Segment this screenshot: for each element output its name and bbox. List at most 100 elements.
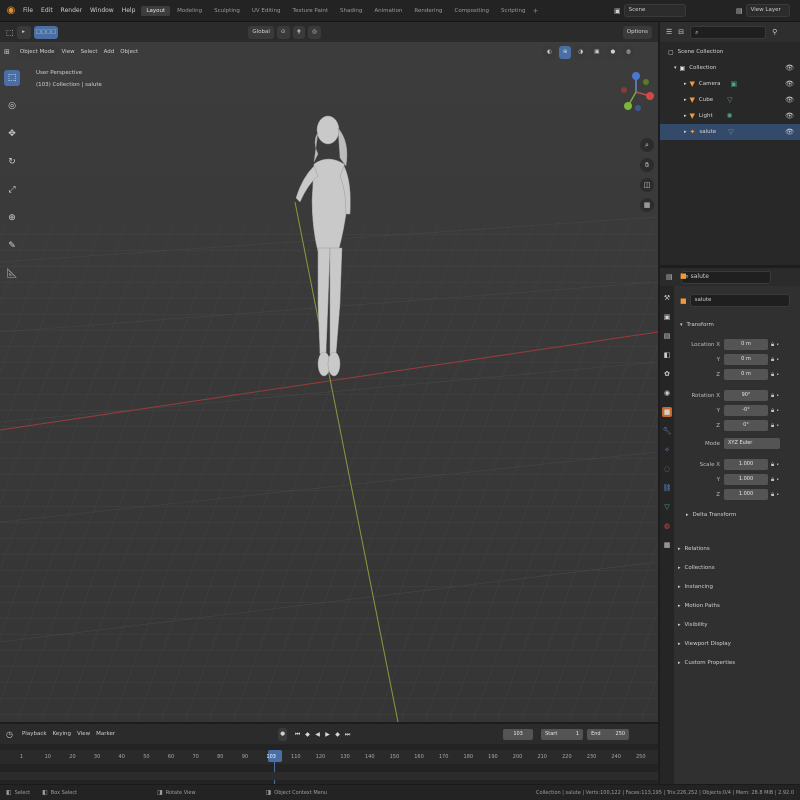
timeline-scrollbar[interactable] [0,772,658,780]
keyframe-dot-icon[interactable]: • [776,423,779,429]
overlay-toggle-icon[interactable]: ◑ [574,46,588,59]
lock-icon[interactable]: 🔒︎ [771,461,774,469]
keyframe-dot-icon[interactable]: • [776,408,779,414]
workspace-tab-texture-paint[interactable]: Texture Paint [288,6,334,16]
jump-end-icon[interactable]: ⏭ [343,730,352,739]
viewport-menu-select[interactable]: Select [78,49,101,55]
outliner-scene-collection[interactable]: ▢ Scene Collection [660,44,800,60]
lock-icon[interactable]: 🔒︎ [771,341,774,349]
workspace-tab-uv-editing[interactable]: UV Editing [247,6,286,16]
light-data-icon[interactable]: ✺ [727,112,733,120]
outliner-item-salute[interactable]: ▸ ✦ salute ▽ 👁︎ [660,124,800,140]
timeline-menu-playback[interactable]: Playback [19,731,50,737]
menu-render[interactable]: Render [57,7,86,14]
visibility-eye-icon[interactable]: 👁︎ [785,112,794,120]
record-button[interactable]: ● [278,727,288,741]
visibility-eye-icon[interactable]: 👁︎ [785,64,794,72]
lock-icon[interactable]: 🔒︎ [771,422,774,430]
outliner-search-input[interactable]: ⌕ [690,25,767,39]
render-tab-icon[interactable]: ▣ [662,312,672,322]
3d-viewport[interactable]: ⊞ Object Mode View Select Add Object ◐ ⊕… [0,42,658,722]
workspace-tab-compositing[interactable]: Compositing [450,6,494,16]
keyframe-dot-icon[interactable]: • [776,492,779,498]
location-x-field[interactable]: 0 m [724,339,768,350]
camera-view-icon[interactable]: ◫ [640,178,654,192]
modifier-icon[interactable]: ▽ [728,128,733,136]
keyframe-dot-icon[interactable]: • [776,357,779,363]
outliner-editor-icon[interactable]: ☰ [666,28,672,36]
panel-visibility[interactable]: ▸ Visibility [678,616,798,635]
add-workspace-icon[interactable]: + [532,7,538,15]
outliner-item-cube[interactable]: ▸ ▼ Cube ▽ 👁︎ [660,92,800,108]
scale-tool-icon[interactable]: ⤢ [4,182,20,198]
object-mode-dropdown[interactable]: Object Mode [15,45,59,59]
lock-icon[interactable]: 🔒︎ [771,371,774,379]
solid-shading-icon[interactable]: ● [606,46,620,59]
workspace-tab-rendering[interactable]: Rendering [409,6,447,16]
filter-icon[interactable]: ⚲ [772,28,777,36]
scene-tab-icon[interactable]: ✿ [662,369,672,379]
timeline-editor-icon[interactable]: ◷ [6,730,13,739]
snap-icon[interactable]: ⋕ [292,25,306,39]
pivot-icon[interactable]: ⊙ [276,25,290,39]
transform-panel-header[interactable]: ▾ Transform [680,316,798,335]
viewport-menu-view[interactable]: View [59,49,78,55]
expand-arrow-icon[interactable]: ▸ [684,81,687,87]
end-frame-field[interactable]: End 250 [587,728,630,740]
material-shading-icon[interactable]: ◍ [622,46,636,59]
rotation-z-field[interactable]: 0° [724,420,768,431]
material-tab-icon[interactable]: ◍ [662,521,672,531]
start-frame-field[interactable]: Start 1 [541,728,584,740]
rotation-x-field[interactable]: 90° [724,390,768,401]
expand-arrow-icon[interactable]: ▸ [684,97,687,103]
select-box-tool-icon[interactable]: ⬚ [4,70,20,86]
workspace-tab-animation[interactable]: Animation [369,6,407,16]
perspective-toggle-icon[interactable]: ▦ [640,198,654,212]
prev-keyframe-icon[interactable]: ◆ [303,730,312,739]
move-tool-icon[interactable]: ✥ [4,126,20,142]
lock-icon[interactable]: 🔒︎ [771,356,774,364]
outliner-item-camera[interactable]: ▸ ▼ Camera ▣ 👁︎ [660,76,800,92]
zoom-icon[interactable]: ⌕ [640,138,654,152]
object-name-field[interactable]: salute [689,294,790,307]
timeline-menu-view[interactable]: View [74,731,93,737]
scene-selector[interactable]: ▣ Scene [614,4,686,17]
lock-icon[interactable]: 🔒︎ [771,491,774,499]
data-tab-icon[interactable]: ▽ [662,502,672,512]
transform-tool-icon[interactable]: ⊕ [4,210,20,226]
scale-x-field[interactable]: 1.000 [724,459,768,470]
transform-orientation[interactable]: Global [248,25,274,39]
lock-icon[interactable]: 🔒︎ [771,392,774,400]
scale-z-field[interactable]: 1.000 [724,489,768,500]
select-mode-icon[interactable]: ▸ [16,25,31,39]
play-icon[interactable]: ▶ [323,730,332,739]
outliner-collection[interactable]: ▾ ▣ Collection 👁︎ [660,60,800,76]
workspace-tab-sculpting[interactable]: Sculpting [209,6,245,16]
keyframe-dot-icon[interactable]: • [776,372,779,378]
next-keyframe-icon[interactable]: ◆ [333,730,342,739]
xray-icon[interactable]: ▣ [590,46,604,59]
output-tab-icon[interactable]: ▤ [662,331,672,341]
visibility-eye-icon[interactable]: 👁︎ [785,96,794,104]
timeline-menu-keying[interactable]: Keying [50,731,74,737]
object-tab-icon[interactable]: ■ [662,407,672,417]
scene-name[interactable]: Scene [623,4,686,17]
texture-tab-icon[interactable]: ▦ [662,540,672,550]
panel-instancing[interactable]: ▸ Instancing [678,578,798,597]
camera-data-icon[interactable]: ▣ [731,80,738,88]
keyframe-dot-icon[interactable]: • [776,342,779,348]
pan-hand-icon[interactable]: ✋︎ [640,158,654,172]
modifier-tab-icon[interactable]: 🔧︎ [662,426,672,436]
mesh-data-icon[interactable]: ▽ [727,96,732,104]
workspace-tab-modeling[interactable]: Modeling [172,6,207,16]
particles-tab-icon[interactable]: ✧ [662,445,672,455]
lock-icon[interactable]: 🔒︎ [771,476,774,484]
location-z-field[interactable]: 0 m [724,369,768,380]
viewport-menu-object[interactable]: Object [117,49,141,55]
expand-arrow-icon[interactable]: ▾ [674,65,677,71]
physics-tab-icon[interactable]: ◌ [662,464,672,474]
proportional-edit-icon[interactable]: ◎ [308,25,321,39]
outliner-filter-display-icon[interactable]: ⊟ [678,28,684,36]
options-menu[interactable]: Options [622,25,652,39]
workspace-tab-layout[interactable]: Layout [141,5,171,16]
